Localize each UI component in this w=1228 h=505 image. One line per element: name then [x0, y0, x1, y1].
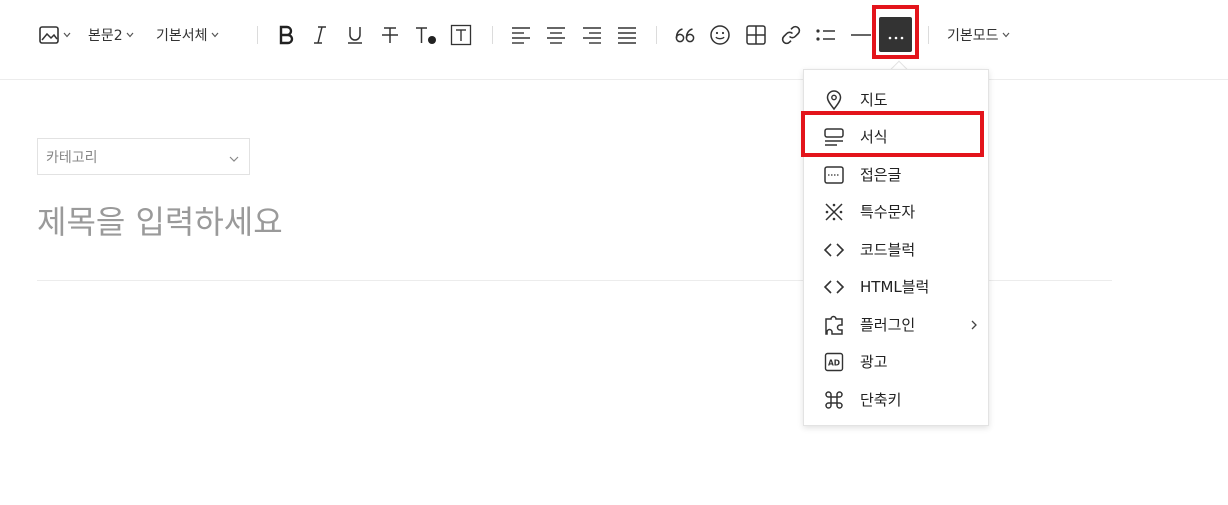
bullet-list-icon [815, 26, 837, 44]
category-select[interactable]: 카테고리 [37, 138, 250, 175]
paragraph-style-dropdown[interactable]: 본문2 [88, 18, 134, 52]
command-key-icon [823, 389, 845, 411]
italic-icon [312, 25, 328, 45]
title-input[interactable] [37, 200, 737, 244]
menu-item-shortcuts[interactable]: 단축키 [804, 381, 990, 418]
link-icon [780, 24, 802, 46]
template-icon [823, 126, 845, 148]
editor-mode-dropdown[interactable]: 기본모드 [947, 18, 1010, 52]
menu-item-label: 특수문자 [860, 203, 916, 221]
align-left-icon [511, 26, 531, 44]
menu-item-ad[interactable]: AD 광고 [804, 343, 990, 380]
chevron-right-icon [970, 316, 978, 335]
editor-toolbar: 본문2 기본서체 기본모드 [0, 0, 1228, 80]
align-left-button[interactable] [509, 18, 533, 52]
italic-button[interactable] [308, 18, 332, 52]
chevron-down-icon [211, 32, 219, 38]
map-pin-icon [823, 89, 845, 111]
more-options-button[interactable] [879, 17, 912, 52]
chevron-down-icon [1002, 32, 1010, 38]
align-justify-icon [617, 26, 637, 44]
menu-item-template[interactable]: 서식 [804, 118, 990, 155]
strikethrough-icon [381, 25, 399, 45]
bold-button[interactable] [274, 18, 298, 52]
table-icon [745, 24, 767, 46]
html-code-icon [823, 276, 845, 298]
plugin-icon [823, 314, 845, 336]
align-right-button[interactable] [580, 18, 604, 52]
menu-item-special-characters[interactable]: 특수문자 [804, 193, 990, 230]
link-button[interactable] [779, 18, 803, 52]
align-center-icon [546, 26, 566, 44]
menu-item-label: 단축키 [860, 391, 902, 409]
menu-item-label: 접은글 [860, 166, 902, 184]
align-right-icon [582, 26, 602, 44]
text-background-button[interactable] [449, 18, 473, 52]
menu-item-plugin[interactable]: 플러그인 [804, 306, 990, 343]
toolbar-divider [257, 26, 258, 44]
ellipsis-icon [887, 25, 905, 44]
emoticon-button[interactable] [708, 18, 732, 52]
font-family-dropdown[interactable]: 기본서체 [156, 18, 219, 52]
menu-item-label: 코드블럭 [860, 241, 916, 259]
menu-item-label: 지도 [860, 91, 888, 109]
more-options-menu: 지도 서식 접은글 특수문자 코드블럭 HTML블럭 플러그인 AD 광고 단축… [803, 69, 989, 426]
toolbar-divider [492, 26, 493, 44]
underline-icon [346, 25, 364, 45]
special-char-icon [823, 201, 845, 223]
toolbar-divider [656, 26, 657, 44]
underline-button[interactable] [343, 18, 367, 52]
strikethrough-button[interactable] [378, 18, 402, 52]
chevron-down-icon [63, 32, 71, 38]
quote-button[interactable] [673, 18, 697, 52]
ad-icon: AD [823, 351, 845, 373]
font-family-label: 기본서체 [156, 28, 208, 44]
svg-text:AD: AD [828, 359, 840, 368]
menu-item-html-block[interactable]: HTML블럭 [804, 268, 990, 305]
bold-icon [277, 25, 295, 45]
chevron-down-icon [229, 147, 239, 166]
fold-text-icon [823, 164, 845, 186]
menu-item-label: 서식 [860, 128, 888, 146]
image-icon [38, 25, 60, 45]
text-color-icon [414, 25, 438, 45]
text-color-button[interactable] [413, 18, 439, 52]
paragraph-style-label: 본문2 [88, 28, 123, 44]
table-button[interactable] [744, 18, 768, 52]
code-icon [823, 239, 845, 261]
menu-item-label: 플러그인 [860, 316, 916, 334]
menu-item-map[interactable]: 지도 [804, 81, 990, 118]
insert-image-button[interactable] [36, 18, 72, 52]
quote-icon [674, 26, 696, 44]
list-button[interactable] [814, 18, 838, 52]
menu-item-fold-text[interactable]: 접은글 [804, 156, 990, 193]
horizontal-rule-button[interactable] [849, 18, 873, 52]
align-center-button[interactable] [544, 18, 568, 52]
chevron-down-icon [126, 32, 134, 38]
menu-item-label: HTML블럭 [860, 278, 930, 296]
menu-item-code-block[interactable]: 코드블럭 [804, 231, 990, 268]
category-label: 카테고리 [46, 149, 98, 166]
align-justify-button[interactable] [615, 18, 639, 52]
menu-item-label: 광고 [860, 353, 888, 371]
editor-mode-label: 기본모드 [947, 28, 999, 44]
toolbar-divider [928, 26, 929, 44]
horizontal-line-icon [850, 26, 872, 44]
text-background-icon [450, 24, 472, 46]
smiley-icon [709, 24, 731, 46]
